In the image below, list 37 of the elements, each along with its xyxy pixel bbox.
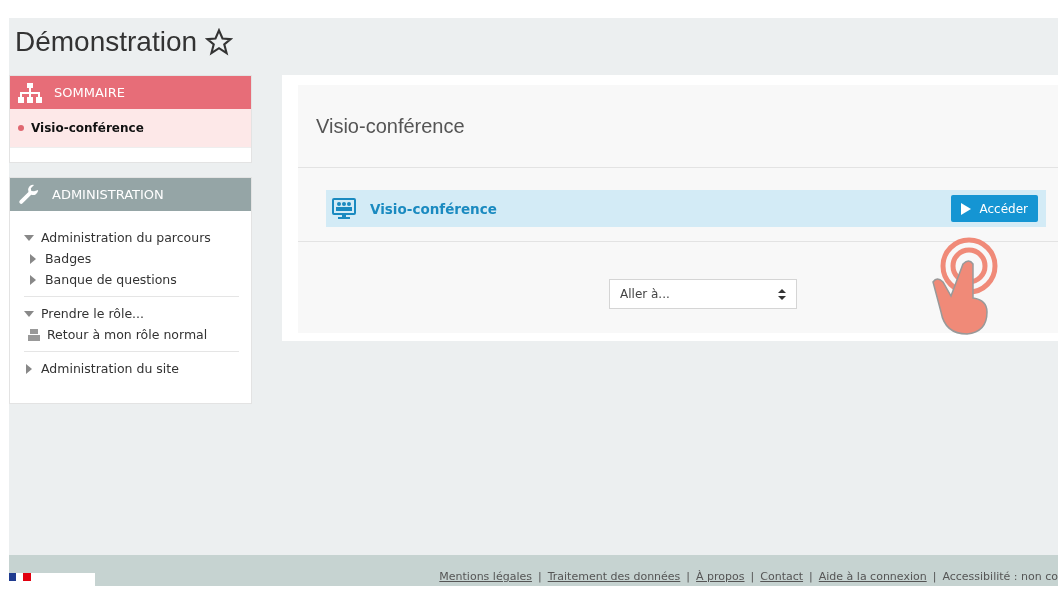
- footer-text: Accessibilité : non co: [942, 570, 1058, 585]
- bullet-icon: [18, 125, 24, 131]
- caret-down-icon: [24, 234, 34, 241]
- footer-link[interactable]: Mentions légales: [439, 570, 532, 586]
- star-icon[interactable]: [205, 28, 234, 56]
- separator: |: [809, 570, 813, 585]
- footer-link[interactable]: Traitement des données: [547, 570, 681, 586]
- caret-right-icon: [30, 274, 36, 285]
- sitemap-icon: [18, 82, 42, 103]
- tree-item[interactable]: Prendre le rôle...: [41, 306, 144, 321]
- separator: |: [686, 570, 691, 585]
- tree-item[interactable]: Administration du parcours: [41, 230, 211, 245]
- separator: |: [750, 570, 755, 585]
- tree-item[interactable]: Badges: [45, 251, 92, 266]
- block-title: ADMINISTRATION: [52, 187, 164, 202]
- block-title: SOMMAIRE: [54, 85, 125, 100]
- caret-right-icon: [26, 363, 32, 374]
- footer-link[interactable]: Aide à la connexion: [818, 570, 927, 586]
- jump-select[interactable]: Aller à...: [609, 279, 797, 309]
- caret-right-icon: [30, 253, 36, 264]
- tree-item[interactable]: Retour à mon rôle normal: [47, 327, 208, 342]
- summary-item[interactable]: Visio-conférence: [10, 109, 251, 148]
- tree-item[interactable]: Administration du site: [41, 361, 179, 376]
- section-title: Visio-conférence: [316, 114, 465, 138]
- footer-link[interactable]: Contact: [760, 570, 804, 586]
- monitor-icon: [332, 197, 356, 220]
- play-icon: [961, 202, 972, 215]
- wrench-icon: [18, 183, 40, 206]
- page-title: Démonstration: [15, 26, 198, 58]
- separator: |: [932, 570, 937, 585]
- sort-icon: [778, 288, 786, 300]
- user-icon: [28, 328, 40, 341]
- flag-icon: [9, 573, 31, 581]
- footer-link[interactable]: À propos: [696, 570, 745, 586]
- caret-down-icon: [24, 310, 34, 317]
- tree-item[interactable]: Banque de questions: [45, 272, 177, 287]
- separator: |: [537, 570, 542, 585]
